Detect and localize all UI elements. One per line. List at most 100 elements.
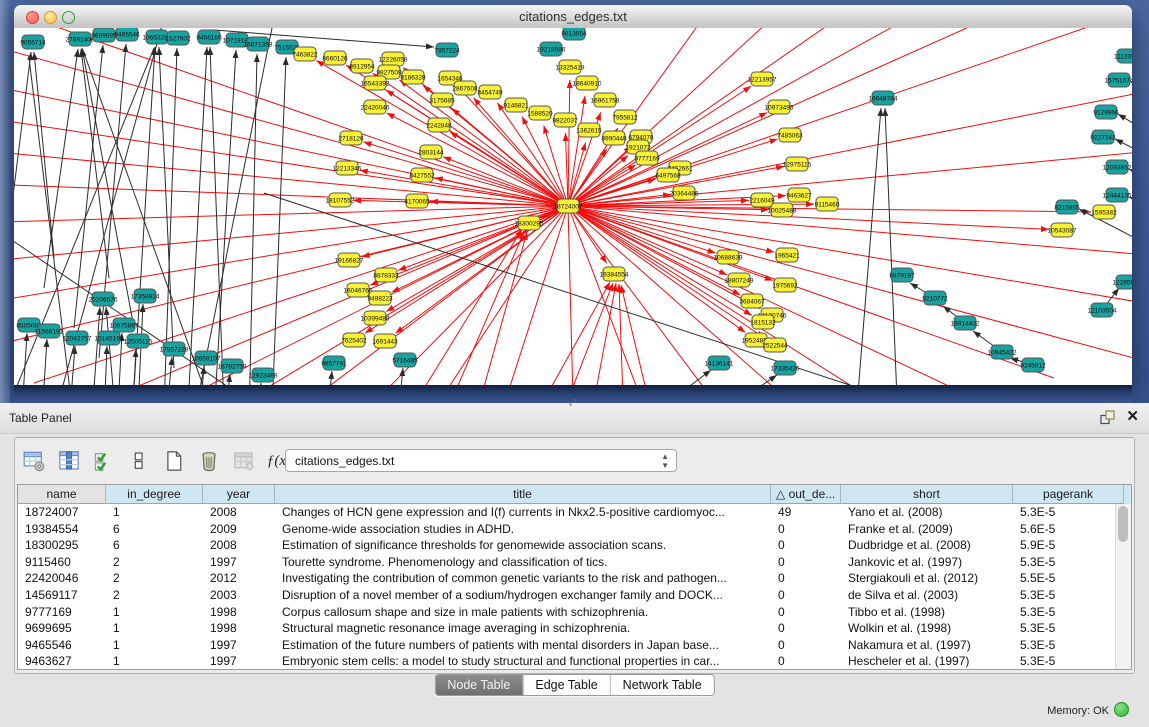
graph-node[interactable]: 18724007 [554, 199, 583, 213]
graph-node[interactable]: 16648784 [869, 91, 898, 105]
network-canvas[interactable]: 9055714276914069699695946554610653287152… [14, 28, 1132, 385]
graph-node[interactable]: 12975115 [783, 157, 812, 171]
graph-node[interactable]: 2718126 [338, 131, 364, 145]
create-column-icon[interactable] [161, 448, 187, 474]
delete-table-icon[interactable] [231, 448, 257, 474]
graph-node[interactable]: 10973493 [765, 100, 794, 114]
node-table[interactable]: namein_degreeyeartitle△ out_de...shortpa… [17, 484, 1132, 670]
graph-node[interactable]: 12093852 [1103, 160, 1132, 174]
graph-node[interactable]: 12444135 [1103, 188, 1132, 202]
graph-node[interactable]: 18300295 [515, 216, 544, 230]
graph-node[interactable]: 12226058 [379, 52, 408, 66]
graph-node[interactable]: 9777169 [634, 151, 660, 165]
column-header-out_de[interactable]: △ out_de... [771, 485, 841, 504]
table-row[interactable]: 946554611997Estimation of the future num… [18, 637, 1131, 654]
graph-node[interactable]: 7957224 [434, 43, 460, 57]
graph-node[interactable]: 17335426 [771, 361, 800, 375]
graph-node[interactable]: 22420046 [361, 100, 390, 114]
table-row[interactable]: 911546021997Tourette syndrome. Phenomeno… [18, 554, 1131, 571]
graph-node[interactable]: 2867608 [452, 81, 478, 95]
table-row[interactable]: 977716911998Corpus callosum shape and si… [18, 604, 1131, 621]
graph-node[interactable]: 12103504 [1088, 303, 1117, 317]
graph-node[interactable]: 7485063 [777, 128, 803, 142]
graph-node[interactable]: 13325419 [556, 60, 585, 74]
graph-node[interactable]: 10688639 [714, 250, 743, 264]
graph-node[interactable]: 1595382 [1091, 205, 1117, 219]
graph-node[interactable]: 11568191 [35, 324, 64, 338]
table-dropdown[interactable]: citations_edges.txt ▲▼ [285, 449, 677, 472]
graph-node[interactable]: 9146821 [503, 98, 529, 112]
graph-node[interactable]: 10399489 [361, 311, 390, 325]
graph-node[interactable]: 20364486 [670, 186, 699, 200]
graph-node[interactable]: 8466160 [196, 30, 222, 44]
graph-node[interactable]: 10945422 [988, 345, 1017, 359]
graph-node[interactable]: 9498223 [367, 291, 393, 305]
table-options-icon[interactable] [21, 448, 47, 474]
column-header-in_degree[interactable]: in_degree [106, 485, 203, 504]
graph-node[interactable]: 1975692 [772, 278, 798, 292]
graph-node[interactable]: 18107552 [326, 193, 355, 207]
graph-node[interactable]: 17359924 [131, 289, 160, 303]
graph-node[interactable]: 10958107 [192, 351, 221, 365]
graph-node[interactable]: 8878333 [373, 268, 399, 282]
graph-node[interactable]: 20206576 [89, 292, 118, 306]
tab-edge-table[interactable]: Edge Table [522, 675, 609, 695]
graph-node[interactable]: 15145194 [95, 331, 124, 345]
graph-node[interactable]: 6879197 [889, 268, 915, 282]
close-panel-icon[interactable]: ✕ [1126, 408, 1139, 426]
graph-node[interactable]: 1691443 [372, 334, 398, 348]
graph-node[interactable]: 2522544 [762, 338, 788, 352]
table-row[interactable]: 1830029562008Estimation of significance … [18, 537, 1131, 554]
scrollbar-thumb[interactable] [1118, 506, 1128, 542]
graph-node[interactable]: 8186328 [400, 70, 426, 84]
graph-node[interactable]: 9465546 [114, 28, 140, 41]
graph-node[interactable]: 16671358 [244, 37, 273, 51]
graph-node[interactable]: 1965421 [774, 248, 800, 262]
column-header-year[interactable]: year [203, 485, 275, 504]
tab-network-table[interactable]: Network Table [610, 675, 714, 695]
column-visibility-icon[interactable] [56, 448, 82, 474]
graph-node[interactable]: 16914432 [951, 316, 980, 330]
table-row[interactable]: 969969511998Structural magnetic resonanc… [18, 620, 1131, 637]
table-scrollbar[interactable] [1115, 504, 1131, 669]
table-row[interactable]: 2242004622012Investigating the contribut… [18, 570, 1131, 587]
column-header-pagerank[interactable]: pagerank [1013, 485, 1124, 504]
graph-node[interactable]: 17957228 [160, 342, 189, 356]
network-window[interactable]: citations_edges.txt 90557142769140696996… [14, 5, 1132, 385]
column-header-short[interactable]: short [841, 485, 1013, 504]
float-panel-icon[interactable] [1099, 409, 1116, 426]
graph-node[interactable]: 9210772 [922, 291, 948, 305]
graph-node[interactable]: 18807249 [725, 273, 754, 287]
graph-node[interactable]: 9245012 [1020, 358, 1046, 372]
memory-indicator-icon[interactable] [1114, 702, 1129, 717]
column-header-title[interactable]: title [275, 485, 771, 504]
graph-node[interactable]: 9463627 [786, 188, 812, 202]
graph-node[interactable]: 8912954 [349, 59, 375, 73]
graph-node[interactable]: 19218586 [537, 42, 566, 56]
graph-node[interactable]: 2803144 [418, 145, 444, 159]
graph-node[interactable]: 9129966 [1093, 105, 1119, 119]
graph-node[interactable]: 3684067 [739, 294, 765, 308]
graph-node[interactable]: 12213346 [333, 161, 362, 175]
table-row[interactable]: 1872400712008Changes of HCN gene express… [18, 504, 1131, 521]
graph-node[interactable]: 9055714 [20, 35, 46, 49]
graph-node[interactable]: 16782759 [218, 359, 247, 373]
tab-node-table[interactable]: Node Table [435, 675, 522, 695]
graph-node[interactable]: 12505115 [124, 334, 153, 348]
window-titlebar[interactable]: citations_edges.txt [14, 5, 1132, 29]
graph-node[interactable]: 12213957 [748, 72, 777, 86]
panel-resize-handle[interactable]: ⤢ [569, 397, 576, 408]
graph-node[interactable]: 1588520 [527, 106, 553, 120]
graph-node[interactable]: 1815132 [750, 315, 776, 329]
graph-node[interactable]: 2242848 [426, 118, 452, 132]
graph-node[interactable]: 6497568 [655, 168, 681, 182]
column-header-name[interactable]: name [18, 485, 106, 504]
graph-node[interactable]: 8215955 [1054, 200, 1080, 214]
graph-node[interactable]: 12265912 [1113, 275, 1132, 289]
graph-node[interactable]: 8813054 [561, 28, 587, 40]
graph-node[interactable]: 10543087 [1048, 223, 1077, 237]
graph-node[interactable]: 1362615 [576, 123, 602, 137]
graph-node[interactable]: 8990448 [601, 131, 627, 145]
row-options-icon[interactable] [126, 448, 152, 474]
graph-node[interactable]: 10025488 [768, 203, 797, 217]
